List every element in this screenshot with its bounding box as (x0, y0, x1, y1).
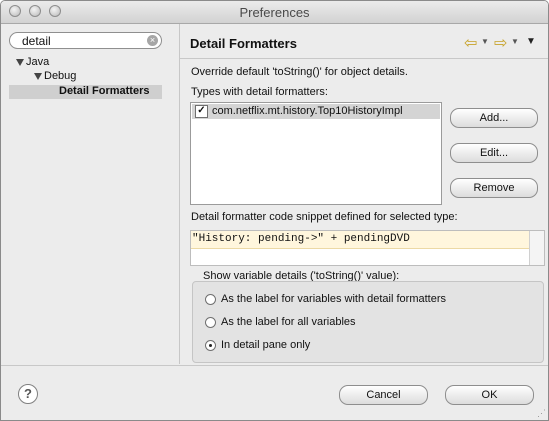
radio-button[interactable] (205, 316, 216, 328)
radio-button[interactable] (205, 293, 216, 305)
sidebar: detail × Java Debug Detail Formatters (1, 24, 171, 364)
preferences-window: Preferences detail × Java Debug Detail F… (0, 0, 549, 421)
cancel-button[interactable]: Cancel (339, 385, 428, 405)
option-label: As the label for all variables (221, 316, 356, 329)
option-all-variables[interactable]: As the label for all variables (205, 316, 356, 328)
tree-item-label: Java (26, 56, 50, 68)
tree-item-java[interactable]: Java (16, 56, 49, 68)
option-detail-pane[interactable]: In detail pane only (205, 339, 310, 351)
dialog-footer: ? Cancel OK ⋰ (1, 365, 548, 420)
filter-text: detail (22, 34, 51, 48)
window-title: Preferences (239, 5, 310, 20)
tree-item-label: Detail Formatters (59, 85, 150, 97)
remove-button[interactable]: Remove (450, 178, 538, 198)
clear-search-icon[interactable]: × (147, 35, 158, 46)
tree-item-detail-formatters[interactable]: Detail Formatters (9, 85, 162, 99)
snippet-scrollbar[interactable] (529, 231, 544, 265)
page-title: Detail Formatters (190, 36, 297, 51)
view-menu-chevron-down-icon[interactable]: ▼ (526, 36, 536, 47)
snippet-code: "History: pending->" + pendingDVD (191, 231, 529, 249)
title-bar[interactable]: Preferences (1, 1, 548, 24)
tree-item-debug[interactable]: Debug (34, 70, 76, 82)
add-button[interactable]: Add... (450, 108, 538, 128)
show-details-group: As the label for variables with detail f… (192, 281, 544, 363)
resize-grip-icon[interactable]: ⋰ (537, 408, 546, 419)
radio-button-selected[interactable] (205, 339, 216, 351)
help-icon[interactable]: ? (18, 384, 38, 404)
tree-item-label: Debug (44, 70, 77, 82)
expanded-triangle-icon[interactable] (34, 72, 42, 80)
snippet-code-area[interactable]: "History: pending->" + pendingDVD (190, 230, 545, 266)
types-list[interactable]: ✓ com.netflix.mt.history.Top10HistoryImp… (190, 102, 442, 205)
type-name: com.netflix.mt.history.Top10HistoryImpl (212, 105, 403, 117)
sidebar-resize-handle[interactable] (173, 24, 178, 364)
list-item[interactable]: ✓ com.netflix.mt.history.Top10HistoryImp… (192, 104, 440, 119)
override-description: Override default 'toString()' for object… (191, 66, 408, 78)
edit-button[interactable]: Edit... (450, 143, 538, 163)
snippet-label: Detail formatter code snippet defined fo… (191, 211, 458, 223)
option-label: As the label for variables with detail f… (221, 293, 446, 306)
forward-arrow-icon[interactable]: ⇨ (494, 33, 507, 53)
types-label: Types with detail formatters: (191, 86, 328, 98)
ok-button[interactable]: OK (445, 385, 534, 405)
type-enabled-checkbox[interactable]: ✓ (195, 105, 208, 118)
forward-history-chevron-icon[interactable]: ▼ (511, 37, 519, 46)
filter-input[interactable]: detail × (9, 32, 162, 49)
expanded-triangle-icon[interactable] (16, 58, 24, 66)
back-arrow-icon[interactable]: ⇦ (464, 33, 477, 53)
option-detail-formatters[interactable]: As the label for variables with detail f… (205, 293, 446, 305)
page-header: Detail Formatters ⇦ ▼ ⇨ ▼ ▼ (180, 24, 548, 59)
preference-page: Detail Formatters ⇦ ▼ ⇨ ▼ ▼ Override def… (179, 24, 548, 364)
option-label: In detail pane only (221, 339, 311, 352)
back-history-chevron-icon[interactable]: ▼ (481, 37, 489, 46)
